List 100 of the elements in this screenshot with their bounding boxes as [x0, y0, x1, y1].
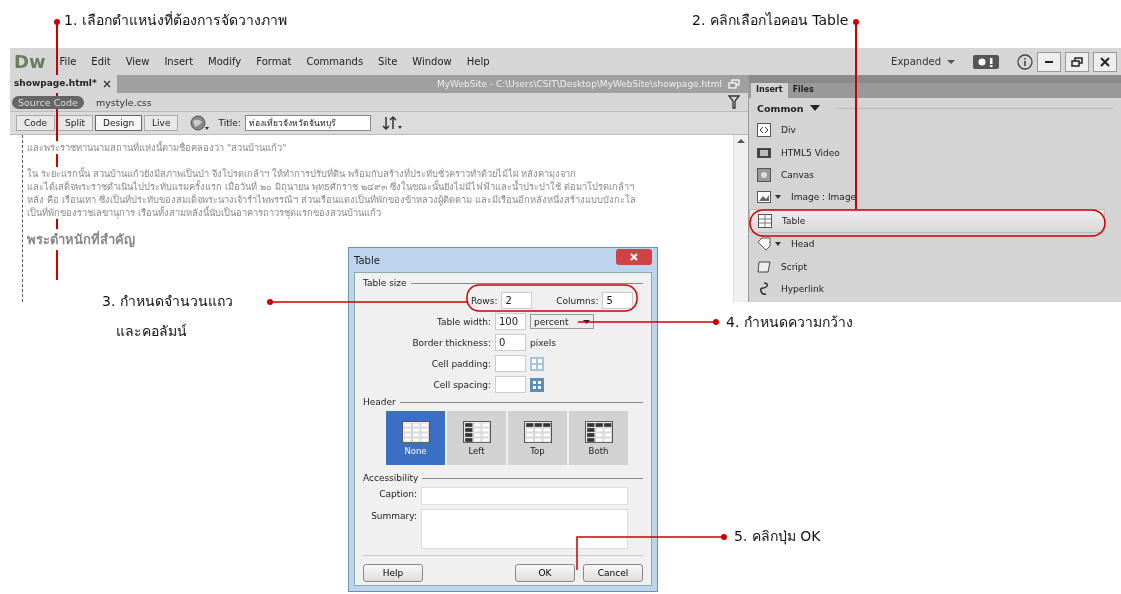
related-file-tab[interactable]: mystyle.css	[89, 95, 158, 109]
columns-field[interactable]: 5	[602, 292, 634, 309]
annotation-text: 5. คลิกปุ่ม OK	[734, 527, 821, 545]
div-icon	[757, 123, 771, 138]
file-path: MyWebSite - C:\Users\CSIT\Desktop\MyWebSite\showpage.html	[437, 79, 722, 89]
caret-icon	[947, 58, 955, 65]
header-option[interactable]: Both	[569, 411, 628, 465]
body-text: หลัง คือ เรือนเทา ซึ่งเป็นที่ประทับของสมเด็จพระนางเจ้ารำไพพรรณีฯ ส่วนเรือนแดงเป็นที่พักของข้าหลวงผู้ติดตาม และมีเรือนอีกหลังหนึ่งสร้างแบบบังกะโล	[27, 193, 636, 206]
info-icon[interactable]	[1017, 53, 1033, 70]
summary-field[interactable]	[421, 509, 628, 549]
spacing-field[interactable]	[495, 376, 526, 393]
panel-tab[interactable]: Insert	[751, 83, 788, 98]
table-header-icon	[584, 420, 613, 443]
insert-item[interactable]: Hyperlink	[749, 277, 1105, 301]
annotation-text: 3. กำหนดจำนวนแถว	[102, 292, 233, 310]
insert-item[interactable]: Canvas	[749, 163, 1105, 187]
unit-dropdown[interactable]: percent	[530, 314, 594, 329]
field-label: Table width:	[436, 316, 491, 327]
body-text: และพระราชทานนามสถานที่แห่งนี้ตามชื่อคลองว่า "สวนบ้านแก้ว"	[27, 141, 287, 154]
field-label: Columns:	[555, 295, 599, 306]
close-icon	[630, 253, 638, 261]
annotation-text: 4. กำหนดความกว้าง	[726, 313, 853, 331]
menu-item[interactable]: Edit	[91, 56, 111, 67]
close-button[interactable]	[1093, 51, 1117, 72]
minimize-icon	[1045, 60, 1053, 63]
ok-button[interactable]: OK	[515, 564, 575, 582]
menu-item[interactable]: Help	[466, 56, 490, 67]
image-icon	[757, 190, 771, 205]
caret-icon	[583, 319, 590, 324]
insert-item[interactable]: Table	[749, 208, 1105, 233]
view-button[interactable]: Split	[57, 115, 93, 131]
header-option[interactable]: Top	[508, 411, 567, 465]
minimize-button[interactable]	[1037, 51, 1061, 72]
document-tab[interactable]: showpage.html*	[10, 75, 101, 93]
title-label: Title:	[218, 118, 241, 128]
rows-field[interactable]: 2	[501, 292, 533, 309]
menu-item[interactable]: File	[59, 56, 77, 67]
insert-item[interactable]: Script	[749, 255, 1105, 278]
field-label: Rows:	[471, 295, 498, 306]
table-plain-icon	[401, 420, 430, 443]
annotation-text: 1. เลือกตำแหน่งที่ต้องการจัดวางภาพ	[64, 11, 287, 29]
cancel-button[interactable]: Cancel	[583, 564, 643, 582]
menu-item[interactable]: Commands	[306, 56, 364, 67]
body-text: ใน ระยะแรกนั้น สวนบ้านแก้วยังมีสภาพเป็นป่า จึงโปรดเกล้าฯ ให้ทำการปรับที่ดิน พร้อมกับสร้างที่ประทับชั่วคราวทำด้วยไม้ไผ่ หลังคามุงจาก	[27, 167, 576, 180]
canvas-icon	[757, 167, 771, 182]
section-heading: พระตำหนักที่สำคัญ	[27, 229, 135, 250]
help-button[interactable]: Help	[363, 564, 423, 582]
menu-item[interactable]: Insert	[164, 56, 194, 67]
insert-item[interactable]: Head	[749, 232, 1105, 256]
border-field[interactable]: 0	[495, 334, 526, 351]
section-label: Table size	[363, 278, 407, 288]
workspace-dropdown[interactable]: Expanded	[891, 56, 941, 67]
field-label: Border thickness:	[411, 337, 491, 348]
globe-icon[interactable]	[190, 115, 211, 131]
related-file-tab[interactable]: Source Code	[12, 95, 84, 109]
width-field[interactable]: 100	[495, 313, 526, 330]
menu-item[interactable]: View	[125, 56, 150, 67]
scrollbar[interactable]	[733, 135, 748, 302]
padding-field[interactable]	[495, 355, 526, 372]
caret-icon	[809, 105, 820, 112]
cell-padding-icon	[530, 356, 544, 371]
title-field[interactable]: ท่องเที่ยวจังหวัดจันทบุรี	[244, 115, 371, 131]
section-label: Accessibility	[363, 473, 419, 483]
body-text: เป็นที่พักของราชเลขานุการ เรือนทั้งสามหลังนี้นับเป็นอาคารถาวรชุดแรกของสวนบ้านแก้ว	[27, 206, 381, 219]
menu-item[interactable]: Window	[412, 56, 452, 67]
insert-item[interactable]: Image : Image	[749, 186, 1105, 209]
arrow-up-icon	[737, 138, 745, 144]
section-label: Header	[363, 397, 396, 407]
dialog-title: Table	[354, 254, 381, 266]
table-header-icon	[523, 420, 552, 443]
restore-button[interactable]	[1065, 51, 1089, 72]
video-icon	[757, 145, 771, 160]
menu-item[interactable]: Format	[256, 56, 292, 67]
file-transfer-icon[interactable]	[380, 115, 403, 131]
category-dropdown[interactable]: Common	[757, 103, 804, 114]
close-icon	[1100, 56, 1110, 67]
insert-item[interactable]: Div	[749, 119, 1105, 142]
cell-spacing-icon	[530, 377, 544, 392]
menu-item[interactable]: Site	[378, 56, 398, 67]
view-button[interactable]: Code	[16, 115, 56, 131]
restore-icon	[1071, 56, 1083, 67]
panel-tab[interactable]: Files	[787, 83, 819, 98]
script-icon	[757, 259, 771, 274]
menu-item[interactable]: Modify	[208, 56, 242, 67]
app-logo: Dw	[14, 51, 46, 72]
caption-field[interactable]	[421, 487, 628, 505]
view-button[interactable]: Live	[144, 115, 179, 131]
body-text: และได้เสด็จพระราชดำเนินไปประทับแรมครั้งแรก เมื่อวันที่ ๒๐ มิถุนายน พุทธศักราช ๒๔๙๓ ซึ่งในขณะนั้นยังไม่มีไฟฟ้าและน้ำประปาใช้ ต่อมาโปรดเกล้าฯ	[27, 180, 634, 193]
annotation-text: 2. คลิกเลือกไอคอน Table	[692, 11, 849, 29]
table-icon	[758, 213, 772, 228]
filter-icon[interactable]	[728, 95, 740, 109]
header-option[interactable]: None	[386, 411, 445, 465]
annotation-text: และคอลัมน์	[116, 322, 188, 340]
insert-item[interactable]: HTML5 Video	[749, 141, 1105, 164]
unit-label: pixels	[530, 337, 556, 348]
view-button[interactable]: Design	[95, 115, 143, 131]
field-label: Caption:	[378, 488, 417, 499]
field-label: Summary:	[370, 510, 417, 521]
table-header-icon	[462, 420, 491, 443]
header-option[interactable]: Left	[447, 411, 506, 465]
